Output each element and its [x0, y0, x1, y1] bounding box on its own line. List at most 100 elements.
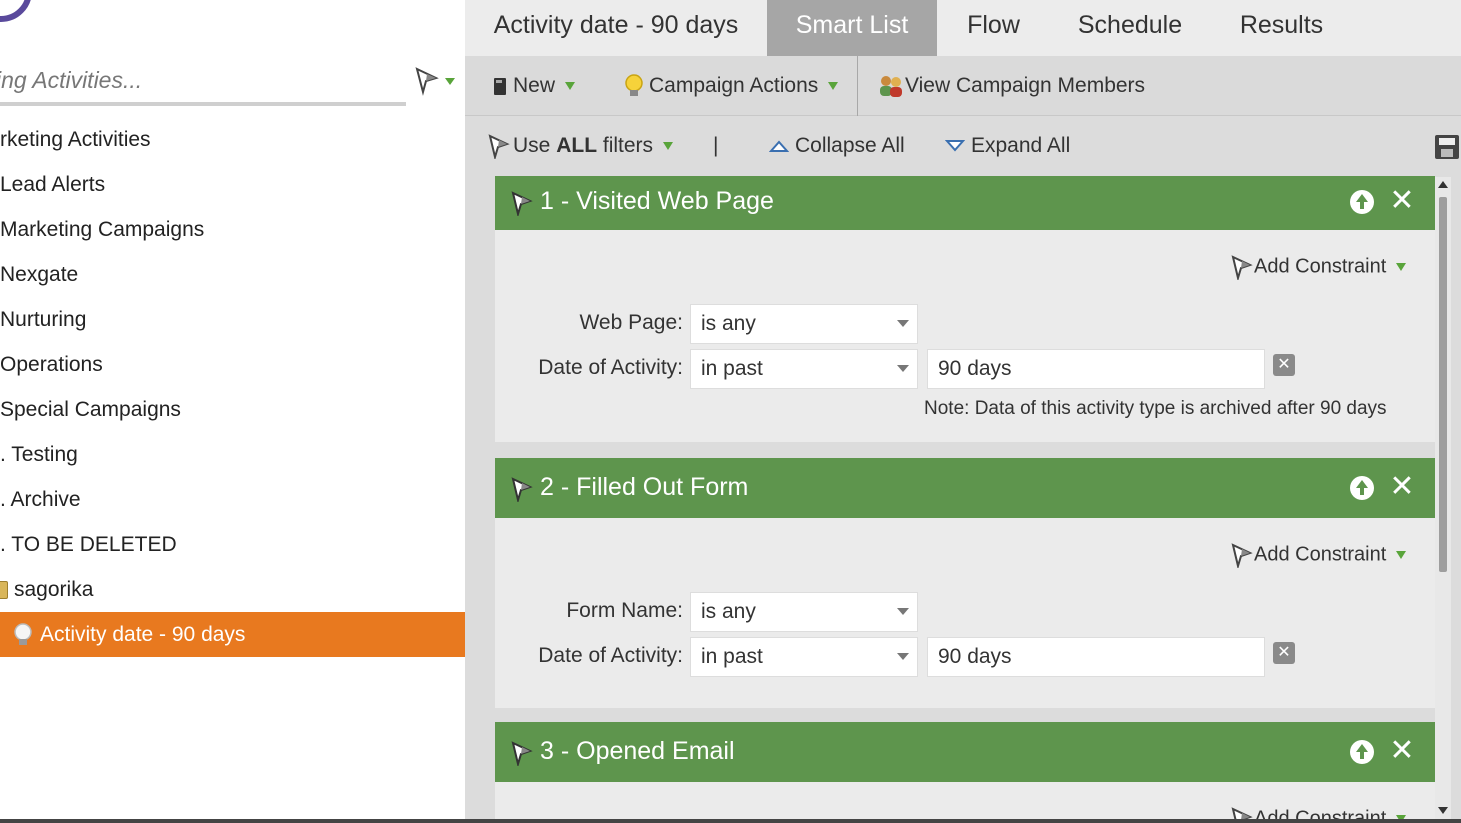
- date-operator-select[interactable]: in past: [690, 349, 918, 389]
- move-up-icon[interactable]: [1350, 476, 1374, 500]
- constraint-label: Form Name:: [566, 599, 683, 622]
- sidebar-search: [0, 56, 465, 112]
- campaign-tree: rketing Activities Lead Alerts Marketing…: [0, 117, 465, 657]
- tab-smart-list[interactable]: Smart List: [767, 0, 937, 56]
- web-page-operator-select[interactable]: is any: [690, 304, 918, 344]
- tree-item[interactable]: rketing Activities: [0, 117, 465, 162]
- tree-item[interactable]: Nexgate: [0, 252, 465, 297]
- filter-body: Add Constraint: [495, 782, 1435, 823]
- tab-flow[interactable]: Flow: [937, 0, 1050, 56]
- tree-item[interactable]: Operations: [0, 342, 465, 387]
- tab-label: Flow: [967, 11, 1020, 39]
- tree-item-label: rketing Activities: [0, 128, 151, 151]
- filter-header[interactable]: 2 - Filled Out Form ✕: [495, 458, 1435, 518]
- tree-item[interactable]: Marketing Campaigns: [0, 207, 465, 252]
- use-filters-suffix: filters: [602, 134, 654, 157]
- tree-item-folder[interactable]: sagorika: [0, 567, 465, 612]
- people-icon: [880, 76, 902, 98]
- dropdown-caret-icon: [828, 82, 839, 91]
- tree-item[interactable]: Special Campaigns: [0, 387, 465, 432]
- new-button[interactable]: New: [491, 56, 576, 116]
- filter-title: 2 - Filled Out Form: [540, 473, 749, 501]
- tab-campaign-name[interactable]: Activity date - 90 days: [465, 0, 767, 56]
- date-value-field[interactable]: 90 days: [927, 637, 1265, 677]
- save-icon[interactable]: [1435, 135, 1459, 159]
- sidebar: rketing Activities Lead Alerts Marketing…: [0, 0, 465, 823]
- field-value: 90 days: [938, 357, 1012, 380]
- tree-item-label: Marketing Campaigns: [0, 218, 205, 241]
- divider-text: |: [713, 134, 719, 157]
- new-button-label: New: [513, 74, 556, 97]
- add-constraint-button[interactable]: Add Constraint: [1230, 542, 1407, 570]
- select-value: in past: [701, 357, 763, 380]
- filter-title: 1 - Visited Web Page: [540, 187, 774, 215]
- search-filter-button[interactable]: [414, 66, 460, 96]
- filter-funnel-icon: [1231, 255, 1253, 282]
- main-panel: Activity date - 90 days Smart List Flow …: [465, 0, 1461, 823]
- filter-funnel-icon: [511, 477, 533, 502]
- tab-schedule[interactable]: Schedule: [1050, 0, 1210, 56]
- tree-item-label: Activity date - 90 days: [40, 623, 246, 646]
- move-up-icon[interactable]: [1350, 740, 1374, 764]
- filter-funnel-icon: [511, 741, 533, 766]
- folder-icon: [0, 581, 8, 600]
- tree-item-label: Lead Alerts: [0, 173, 106, 196]
- tree-item[interactable]: . Archive: [0, 477, 465, 522]
- add-constraint-button[interactable]: Add Constraint: [1230, 254, 1407, 282]
- tab-results[interactable]: Results: [1210, 0, 1353, 56]
- window-bottom-border: [0, 819, 1461, 823]
- campaign-actions-button[interactable]: Campaign Actions: [623, 56, 839, 116]
- use-filters-prefix: Use: [513, 134, 551, 157]
- scroll-thumb[interactable]: [1439, 197, 1447, 572]
- clear-value-icon[interactable]: ✕: [1273, 354, 1295, 376]
- filter-funnel-icon: [488, 134, 510, 162]
- remove-filter-icon[interactable]: ✕: [1388, 736, 1416, 766]
- scroll-up-arrow-icon[interactable]: [1438, 181, 1448, 188]
- tree-item[interactable]: Lead Alerts: [0, 162, 465, 207]
- collapse-all-button[interactable]: Collapse All: [768, 117, 905, 175]
- filters-scrollbar[interactable]: [1435, 177, 1451, 820]
- tree-item[interactable]: . TO BE DELETED: [0, 522, 465, 567]
- move-up-icon[interactable]: [1350, 190, 1374, 214]
- filter-header[interactable]: 3 - Opened Email ✕: [495, 722, 1435, 782]
- remove-filter-icon[interactable]: ✕: [1388, 186, 1416, 216]
- date-value-field[interactable]: 90 days: [927, 349, 1265, 389]
- filter-funnel-icon: [511, 191, 533, 216]
- tab-label: Smart List: [795, 11, 909, 39]
- tree-item[interactable]: Nurturing: [0, 297, 465, 342]
- filter-funnel-icon: [1231, 543, 1253, 570]
- expand-all-label: Expand All: [971, 134, 1071, 157]
- filter-body: Add Constraint Web Page: is any Date of …: [495, 230, 1435, 442]
- view-members-label: View Campaign Members: [905, 74, 1146, 97]
- form-name-operator-select[interactable]: is any: [690, 592, 918, 632]
- tree-item[interactable]: . Testing: [0, 432, 465, 477]
- archive-note: Note: Data of this activity type is arch…: [924, 398, 1387, 419]
- tree-item-label: Operations: [0, 353, 103, 376]
- smart-list-filters: 1 - Visited Web Page ✕ Add Constraint We…: [495, 176, 1435, 823]
- use-all-filters-dropdown[interactable]: Use ALL filters: [487, 117, 674, 175]
- filter-body: Add Constraint Form Name: is any Date of…: [495, 518, 1435, 708]
- tree-item-selected-campaign[interactable]: Activity date - 90 days: [0, 612, 465, 657]
- date-operator-select[interactable]: in past: [690, 637, 918, 677]
- campaign-actions-label: Campaign Actions: [649, 74, 819, 97]
- expand-all-button[interactable]: Expand All: [944, 117, 1071, 175]
- filter-block: 2 - Filled Out Form ✕ Add Constraint For…: [495, 458, 1435, 708]
- collapse-all-label: Collapse All: [795, 134, 905, 157]
- filter-header[interactable]: 1 - Visited Web Page ✕: [495, 176, 1435, 230]
- tree-item-label: sagorika: [14, 578, 94, 601]
- constraint-label: Web Page:: [579, 311, 683, 334]
- add-constraint-label: Add Constraint: [1254, 255, 1387, 278]
- select-value: is any: [701, 600, 756, 623]
- clear-value-icon[interactable]: ✕: [1273, 642, 1295, 664]
- filter-block: 3 - Opened Email ✕ Add Constraint: [495, 722, 1435, 823]
- dropdown-caret-icon: [1396, 263, 1407, 271]
- remove-filter-icon[interactable]: ✕: [1388, 472, 1416, 502]
- view-campaign-members-button[interactable]: View Campaign Members: [877, 56, 1145, 116]
- search-input[interactable]: [0, 58, 406, 106]
- tree-item-label: . Archive: [0, 488, 81, 511]
- dropdown-caret-icon: [1396, 551, 1407, 559]
- tab-bar: Activity date - 90 days Smart List Flow …: [465, 0, 1461, 56]
- tree-item-label: . TO BE DELETED: [0, 533, 177, 556]
- filter-options-bar: Use ALL filters | Collapse All Expand Al…: [465, 117, 1461, 175]
- scroll-down-arrow-icon[interactable]: [1438, 807, 1448, 814]
